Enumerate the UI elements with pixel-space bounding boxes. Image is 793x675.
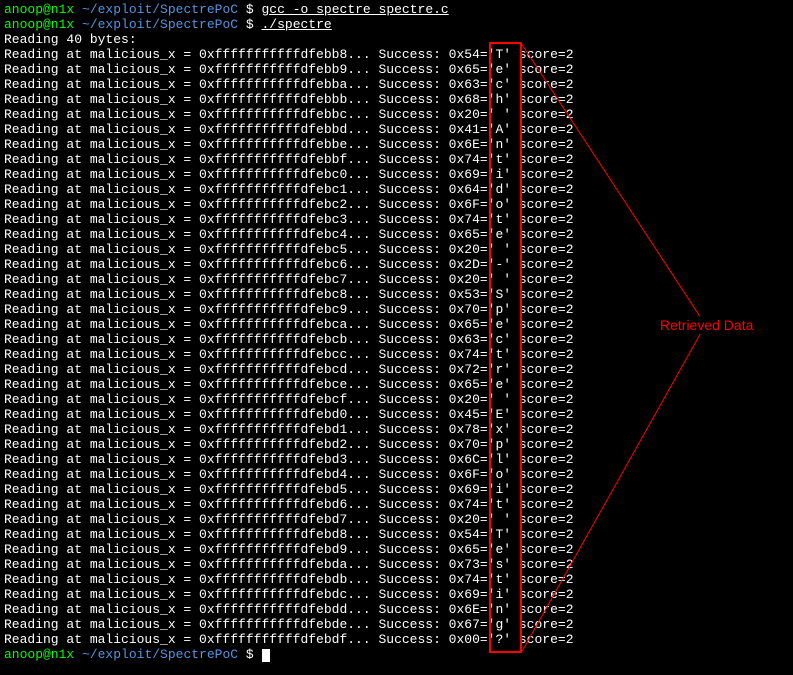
prompt-line-compile: anoop@n1x ~/exploit/SpectrePoC $ gcc -o … (4, 2, 789, 17)
prompt-line-run: anoop@n1x ~/exploit/SpectrePoC $ ./spect… (4, 17, 789, 32)
output-row: Reading at malicious_x = 0xfffffffffffdf… (4, 617, 789, 632)
output-row: Reading at malicious_x = 0xfffffffffffdf… (4, 512, 789, 527)
output-row: Reading at malicious_x = 0xfffffffffffdf… (4, 392, 789, 407)
output-row: Reading at malicious_x = 0xfffffffffffdf… (4, 122, 789, 137)
output-row: Reading at malicious_x = 0xfffffffffffdf… (4, 137, 789, 152)
run-command: ./spectre (262, 17, 332, 32)
output-row: Reading at malicious_x = 0xfffffffffffdf… (4, 437, 789, 452)
prompt-symbol: $ (246, 2, 254, 17)
output-row: Reading at malicious_x = 0xfffffffffffdf… (4, 482, 789, 497)
prompt-line-idle: anoop@n1x ~/exploit/SpectrePoC $ (4, 647, 789, 662)
output-row: Reading at malicious_x = 0xfffffffffffdf… (4, 77, 789, 92)
output-row: Reading at malicious_x = 0xfffffffffffdf… (4, 362, 789, 377)
output-row: Reading at malicious_x = 0xfffffffffffdf… (4, 152, 789, 167)
output-row: Reading at malicious_x = 0xfffffffffffdf… (4, 557, 789, 572)
output-row: Reading at malicious_x = 0xfffffffffffdf… (4, 242, 789, 257)
output-row: Reading at malicious_x = 0xfffffffffffdf… (4, 527, 789, 542)
output-row: Reading at malicious_x = 0xfffffffffffdf… (4, 587, 789, 602)
output-row: Reading at malicious_x = 0xfffffffffffdf… (4, 332, 789, 347)
output-header: Reading 40 bytes: (4, 32, 789, 47)
cursor[interactable] (262, 649, 270, 662)
output-row: Reading at malicious_x = 0xfffffffffffdf… (4, 257, 789, 272)
output-row: Reading at malicious_x = 0xfffffffffffdf… (4, 632, 789, 647)
output-row: Reading at malicious_x = 0xfffffffffffdf… (4, 107, 789, 122)
terminal-output[interactable]: anoop@n1x ~/exploit/SpectrePoC $ gcc -o … (4, 2, 789, 662)
output-row: Reading at malicious_x = 0xfffffffffffdf… (4, 347, 789, 362)
output-row: Reading at malicious_x = 0xfffffffffffdf… (4, 422, 789, 437)
output-row: Reading at malicious_x = 0xfffffffffffdf… (4, 317, 789, 332)
output-row: Reading at malicious_x = 0xfffffffffffdf… (4, 47, 789, 62)
compile-command: gcc -o spectre spectre.c (262, 2, 449, 17)
output-row: Reading at malicious_x = 0xfffffffffffdf… (4, 287, 789, 302)
output-row: Reading at malicious_x = 0xfffffffffffdf… (4, 377, 789, 392)
output-row: Reading at malicious_x = 0xfffffffffffdf… (4, 227, 789, 242)
output-row: Reading at malicious_x = 0xfffffffffffdf… (4, 572, 789, 587)
output-row: Reading at malicious_x = 0xfffffffffffdf… (4, 92, 789, 107)
output-row: Reading at malicious_x = 0xfffffffffffdf… (4, 497, 789, 512)
output-row: Reading at malicious_x = 0xfffffffffffdf… (4, 542, 789, 557)
output-rows: Reading at malicious_x = 0xfffffffffffdf… (4, 47, 789, 647)
output-row: Reading at malicious_x = 0xfffffffffffdf… (4, 167, 789, 182)
output-row: Reading at malicious_x = 0xfffffffffffdf… (4, 407, 789, 422)
output-row: Reading at malicious_x = 0xfffffffffffdf… (4, 467, 789, 482)
user-host: anoop@n1x (4, 2, 74, 17)
output-row: Reading at malicious_x = 0xfffffffffffdf… (4, 212, 789, 227)
output-row: Reading at malicious_x = 0xfffffffffffdf… (4, 182, 789, 197)
output-row: Reading at malicious_x = 0xfffffffffffdf… (4, 452, 789, 467)
output-row: Reading at malicious_x = 0xfffffffffffdf… (4, 272, 789, 287)
output-row: Reading at malicious_x = 0xfffffffffffdf… (4, 602, 789, 617)
output-row: Reading at malicious_x = 0xfffffffffffdf… (4, 62, 789, 77)
output-row: Reading at malicious_x = 0xfffffffffffdf… (4, 197, 789, 212)
output-row: Reading at malicious_x = 0xfffffffffffdf… (4, 302, 789, 317)
cwd: ~/exploit/SpectrePoC (82, 2, 238, 17)
